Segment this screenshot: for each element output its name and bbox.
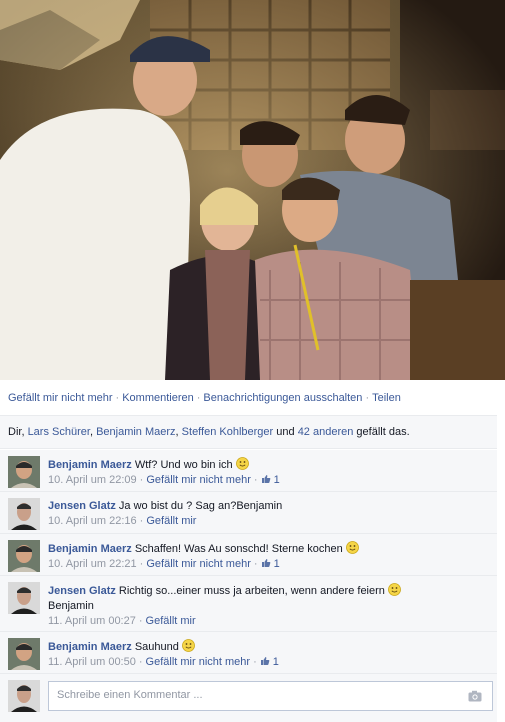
likes-prefix: Dir, <box>8 426 25 438</box>
comment-text: Schaffen! Was Au sonschd! Sterne kochen <box>134 543 343 555</box>
comment-author[interactable]: Jensen Glatz <box>48 585 116 597</box>
liker-link[interactable]: Lars Schürer <box>28 426 90 438</box>
smiley-emoji <box>182 639 195 652</box>
smiley-emoji <box>388 583 401 596</box>
comment-author[interactable]: Benjamin Maerz <box>48 459 132 471</box>
comment-author[interactable]: Benjamin Maerz <box>48 641 132 653</box>
comment-composer: Schreibe einen Kommentar ... <box>0 676 497 716</box>
smiley-emoji <box>235 457 249 470</box>
avatar[interactable] <box>8 456 40 488</box>
separator: · <box>365 392 370 404</box>
avatar <box>8 680 40 712</box>
comment: Jensen Glatz Richtig so...einer muss ja … <box>0 576 497 632</box>
avatar[interactable] <box>8 540 40 572</box>
unlike-link[interactable]: Gefällt mir nicht mehr <box>8 392 113 404</box>
comment-like-link[interactable]: Gefällt mir nicht mehr <box>146 656 251 668</box>
comment-input[interactable]: Schreibe einen Kommentar ... <box>48 681 493 711</box>
thumbs-up-icon <box>261 559 270 567</box>
camera-icon[interactable] <box>468 690 482 702</box>
comment-like-link[interactable]: Gefällt mir nicht mehr <box>146 474 251 486</box>
separator: · <box>253 474 258 486</box>
comment: Jensen Glatz Ja wo bist du ? Sag an?Benj… <box>0 492 497 534</box>
comment-tag-link[interactable]: Benjamin <box>48 600 94 612</box>
comment-like-link[interactable]: Gefällt mir <box>146 515 196 527</box>
comment-text: Richtig so...einer muss ja arbeiten, wen… <box>118 585 385 597</box>
comment-text: Ja wo bist du ? Sag an? <box>118 500 237 512</box>
separator: · <box>196 392 201 404</box>
comment-timestamp[interactable]: 11. April um 00:50 <box>48 656 136 668</box>
comment-link[interactable]: Kommentieren <box>122 392 194 404</box>
comment-timestamp[interactable]: 10. April um 22:09 <box>48 474 137 486</box>
separator: · <box>138 656 143 668</box>
comment-list: Benjamin Maerz Wtf? Und wo bin ich 10. A… <box>0 450 497 722</box>
comment-text: Wtf? Und wo bin ich <box>134 459 233 471</box>
avatar[interactable] <box>8 638 40 670</box>
comment-like-link[interactable]: Gefällt mir <box>146 615 196 627</box>
post-actions: Gefällt mir nicht mehr · Kommentieren · Bena… <box>8 392 401 404</box>
thumbs-up-icon <box>261 475 270 483</box>
smiley-emoji <box>345 541 359 554</box>
comment-like-count[interactable]: 1 <box>274 474 280 486</box>
likes-summary: Dir, Lars Schürer, Benjamin Maerz, Steff… <box>0 415 497 449</box>
comment: Benjamin Maerz Wtf? Und wo bin ich 10. A… <box>0 450 497 492</box>
liker-link[interactable]: Steffen Kohlberger <box>182 426 274 438</box>
comment-timestamp[interactable]: 10. April um 22:16 <box>48 515 137 527</box>
post-photo[interactable] <box>0 0 505 380</box>
notifications-off-link[interactable]: Benachrichtigungen ausschalten <box>203 392 362 404</box>
comment-like-link[interactable]: Gefällt mir nicht mehr <box>146 558 251 570</box>
feedback-area: Gefällt mir nicht mehr · Kommentieren · Bena… <box>0 380 505 722</box>
comment-like-count[interactable]: 1 <box>274 558 280 570</box>
separator: · <box>139 558 144 570</box>
thumbs-up-icon <box>260 657 270 665</box>
separator: · <box>115 392 120 404</box>
likes-suffix: gefällt das. <box>356 426 410 438</box>
avatar[interactable] <box>8 498 40 530</box>
separator: · <box>253 558 258 570</box>
separator: · <box>139 474 144 486</box>
likes-connector: und <box>276 426 295 438</box>
comment-author[interactable]: Jensen Glatz <box>48 500 116 512</box>
group-photo-image <box>0 0 505 380</box>
comment: Benjamin Maerz Schaffen! Was Au sonschd!… <box>0 534 497 576</box>
liker-link[interactable]: Benjamin Maerz <box>96 426 175 438</box>
comment-input-placeholder: Schreibe einen Kommentar ... <box>57 689 203 701</box>
comment: Benjamin Maerz Sauhund 11. April um 00:5… <box>0 632 497 674</box>
comment-text: Sauhund <box>134 641 179 653</box>
share-link[interactable]: Teilen <box>372 392 401 404</box>
comment-timestamp[interactable]: 10. April um 22:21 <box>48 558 137 570</box>
comment-author[interactable]: Benjamin Maerz <box>48 543 132 555</box>
separator: · <box>139 515 144 527</box>
comment-tag-link[interactable]: Benjamin <box>236 500 282 512</box>
separator: · <box>138 615 143 627</box>
comment-timestamp[interactable]: 11. April um 00:27 <box>48 615 136 627</box>
avatar[interactable] <box>8 582 40 614</box>
separator: · <box>253 656 257 668</box>
likes-others-link[interactable]: 42 anderen <box>298 426 354 438</box>
comment-like-count[interactable]: 1 <box>273 656 279 668</box>
